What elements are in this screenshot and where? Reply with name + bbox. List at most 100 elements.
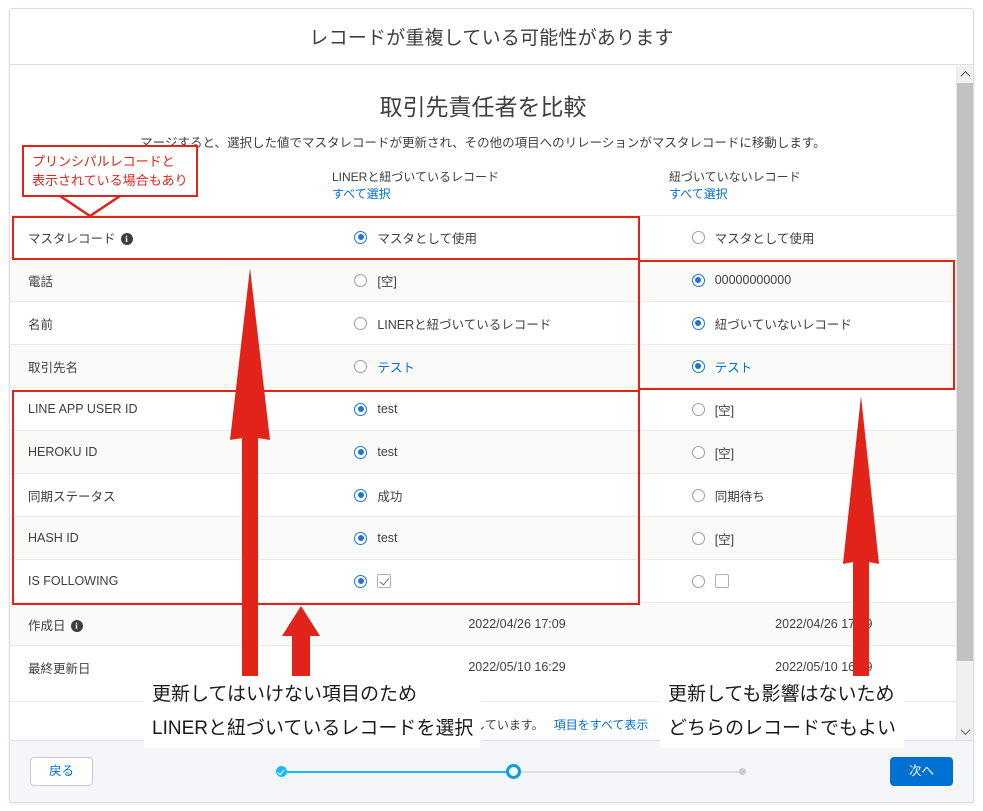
unlinked-value-cell: テスト — [679, 344, 956, 388]
radio-unselected-icon[interactable] — [691, 230, 705, 244]
radio-unselected-icon[interactable] — [691, 488, 705, 502]
field-label-cell: 最終更新日 — [10, 645, 343, 689]
radio-unselected-icon[interactable] — [691, 445, 705, 459]
back-button[interactable]: 戻る — [30, 757, 94, 786]
compare-header: 取引先責任者を比較 マージすると、選択した値でマスタレコードが更新され、その他の… — [10, 66, 956, 151]
progress-stepper — [276, 764, 746, 780]
select-all-unlinked-link[interactable]: すべて選択 — [669, 186, 801, 203]
value-text: 00000000000 — [714, 273, 792, 287]
radio-unselected-icon[interactable] — [691, 402, 705, 416]
table-row: HEROKU ID test [空] — [10, 430, 956, 474]
unlinked-value-cell: 2022/04/26 17:09 — [679, 602, 956, 646]
field-label-cell: HEROKU ID — [10, 430, 343, 474]
radio-selected-icon[interactable] — [354, 531, 368, 545]
radio-selected-icon[interactable] — [354, 402, 368, 416]
unlinked-value-cell: [空] — [679, 430, 956, 474]
value-option[interactable]: [空] — [691, 400, 956, 419]
field-label-cell: マスタレコード i — [10, 215, 343, 259]
radio-selected-icon[interactable] — [354, 445, 368, 459]
step-dot-2-current[interactable] — [505, 764, 521, 779]
value-option[interactable]: テスト — [691, 357, 956, 376]
show-all-fields-link[interactable]: 項目をすべて表示 — [554, 718, 649, 732]
value-option[interactable] — [354, 574, 679, 588]
value-option[interactable]: マスタとして使用 — [691, 228, 956, 247]
value-option[interactable]: 紐づいていないレコード — [691, 314, 956, 333]
value-option[interactable]: test — [354, 531, 679, 545]
value-option[interactable]: test — [354, 445, 679, 459]
radio-selected-icon[interactable] — [691, 273, 705, 287]
value-text: [空] — [377, 274, 397, 289]
value-option[interactable]: test — [354, 402, 679, 416]
value-option[interactable]: 同期待ち — [691, 486, 956, 505]
field-label-cell: HASH ID — [10, 516, 343, 560]
field-label: 同期ステータス — [28, 489, 116, 504]
value-option[interactable]: マスタとして使用 — [354, 228, 679, 247]
field-label: IS FOLLOWING — [28, 574, 119, 588]
value-option[interactable]: 00000000000 — [691, 273, 956, 287]
info-icon[interactable]: i — [70, 619, 83, 632]
radio-unselected-icon[interactable] — [354, 273, 368, 287]
field-label-cell: 電話 — [10, 258, 343, 302]
value-option[interactable]: 成功 — [354, 486, 679, 505]
value-option[interactable]: [空] — [691, 443, 956, 462]
value-text[interactable]: テスト — [377, 357, 415, 376]
radio-unselected-icon[interactable] — [691, 574, 705, 588]
table-row: 同期ステータス 成功 同期待ち — [10, 473, 956, 517]
linked-value-cell: test — [342, 516, 680, 560]
step-line-2 — [520, 770, 739, 773]
unlinked-value-cell: 同期待ち — [679, 473, 956, 517]
dialog-header: レコードが重複している可能性があります — [10, 9, 973, 65]
column-label-unlinked: 紐づいていないレコード — [669, 170, 801, 184]
value-text: test — [377, 445, 398, 459]
step-dot-1-complete[interactable] — [276, 766, 287, 777]
step-dot-3-pending[interactable] — [739, 768, 746, 775]
dialog-body: 取引先責任者を比較 マージすると、選択した値でマスタレコードが更新され、その他の… — [10, 66, 973, 740]
radio-unselected-icon[interactable] — [354, 359, 368, 373]
scroll-up-button[interactable] — [957, 66, 973, 83]
checkbox-unchecked-icon — [714, 574, 729, 588]
merge-records-dialog: レコードが重複している可能性があります 取引先責任者を比較 マージすると、選択し… — [9, 8, 974, 803]
field-label-cell: IS FOLLOWING — [10, 559, 343, 603]
table-row: HASH ID test [空] — [10, 516, 956, 560]
linked-value-cell: LINERと紐づいているレコード — [342, 301, 680, 345]
hidden-fields-text: 表示されていない項目は一致しています。 — [317, 717, 544, 732]
radio-selected-icon[interactable] — [691, 359, 705, 373]
radio-selected-icon[interactable] — [354, 230, 368, 244]
table-row: マスタレコード i マスタとして使用 マスタとして使用 — [10, 215, 956, 259]
unlinked-value-cell: 00000000000 — [679, 258, 956, 302]
radio-unselected-icon[interactable] — [691, 531, 705, 545]
vertical-scrollbar[interactable] — [956, 66, 973, 740]
value-option[interactable]: [空] — [691, 529, 956, 548]
radio-selected-icon[interactable] — [354, 488, 368, 502]
value-text: [空] — [714, 403, 735, 418]
table-row: IS FOLLOWING — [10, 559, 956, 603]
scrollbar-thumb[interactable] — [957, 83, 973, 661]
scroll-down-button[interactable] — [957, 723, 973, 740]
radio-unselected-icon[interactable] — [354, 316, 368, 330]
linked-value-cell: test — [342, 430, 680, 474]
value-option[interactable]: [空] — [354, 271, 679, 290]
radio-selected-icon[interactable] — [354, 574, 368, 588]
linked-value-cell — [342, 559, 680, 603]
info-icon[interactable]: i — [120, 232, 133, 245]
field-label-cell: LINE APP USER ID — [10, 387, 343, 431]
value-text: マスタとして使用 — [714, 231, 815, 246]
radio-selected-icon[interactable] — [691, 316, 705, 330]
linked-value-cell: マスタとして使用 — [342, 215, 680, 259]
value-text[interactable]: テスト — [715, 357, 753, 376]
column-headers: LINERと紐づいているレコード すべて選択 紐づいていないレコード すべて選択 — [10, 169, 956, 215]
date-value: 2022/04/26 17:09 — [775, 617, 873, 631]
linked-value-cell: test — [342, 387, 680, 431]
value-option[interactable]: テスト — [354, 357, 679, 376]
select-all-linked-link[interactable]: すべて選択 — [332, 186, 499, 203]
next-button[interactable]: 次へ — [889, 757, 953, 786]
field-label: LINE APP USER ID — [28, 402, 138, 416]
value-text: LINERと紐づいているレコード — [377, 317, 552, 332]
unlinked-value-cell: 紐づいていないレコード — [679, 301, 956, 345]
value-option[interactable] — [691, 574, 956, 588]
unlinked-value-cell: [空] — [679, 387, 956, 431]
linked-value-cell: 2022/04/26 17:09 — [342, 602, 680, 646]
field-label-cell: 名前 — [10, 301, 343, 345]
value-option[interactable]: LINERと紐づいているレコード — [354, 314, 679, 333]
table-row: 最終更新日 2022/05/10 16:29 2022/05/10 16:29 — [10, 645, 956, 689]
